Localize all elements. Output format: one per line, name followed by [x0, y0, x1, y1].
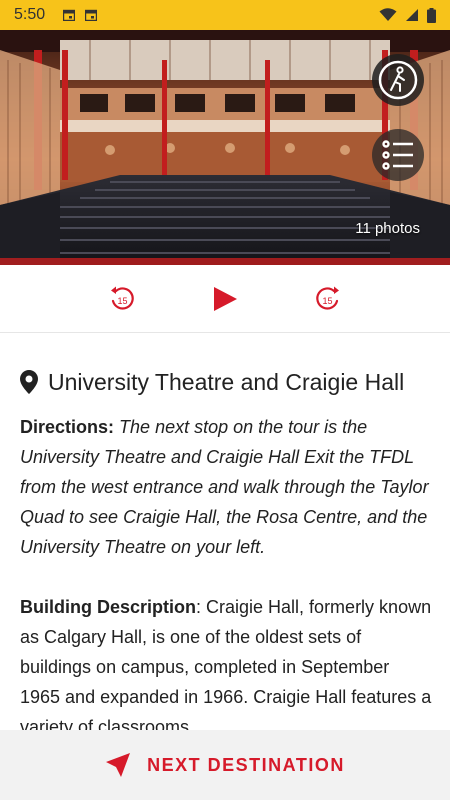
status-bar: 5:50 [0, 0, 450, 30]
accessibility-button[interactable] [372, 54, 424, 106]
cell-signal-icon [406, 9, 418, 21]
status-notification-icons [63, 9, 98, 21]
rewind-button[interactable]: 15 [102, 279, 142, 319]
hero-image[interactable]: 11 photos [0, 30, 450, 265]
description-paragraph: Building Description: Craigie Hall, form… [20, 592, 432, 730]
next-destination-button[interactable]: NEXT DESTINATION [0, 730, 450, 800]
place-title: University Theatre and Craigie Hall [48, 368, 405, 395]
location-pin-icon [20, 370, 38, 394]
audio-player: 15 15 [0, 265, 450, 333]
description-label: Building Description [20, 597, 197, 617]
checklist-icon [382, 140, 413, 170]
battery-icon [427, 7, 436, 23]
calendar-icon [85, 9, 98, 21]
rewind-15-icon: 15 [110, 286, 134, 310]
play-icon [213, 286, 237, 311]
accessible-walk-icon [378, 60, 418, 100]
forward-seconds: 15 [323, 296, 333, 306]
wifi-icon [379, 8, 397, 21]
stop-details: University Theatre and Craigie Hall Dire… [20, 352, 432, 730]
forward-button[interactable]: 15 [308, 279, 348, 319]
directions-text: The next stop on the tour is the Univers… [20, 417, 429, 557]
calendar-icon [63, 9, 76, 21]
status-time: 5:50 [14, 6, 46, 23]
title-row: University Theatre and Craigie Hall [20, 352, 432, 412]
photo-count[interactable]: 11 photos [355, 220, 420, 237]
navigation-arrow-icon [106, 753, 131, 777]
forward-15-icon: 15 [316, 286, 340, 310]
play-button[interactable] [205, 279, 245, 319]
directions-label: Directions: [20, 417, 115, 437]
stop-list-button[interactable] [372, 129, 424, 181]
directions-paragraph: Directions: The next stop on the tour is… [20, 412, 432, 562]
rewind-seconds: 15 [117, 296, 127, 306]
status-system-icons [379, 7, 436, 23]
next-destination-label: NEXT DESTINATION [147, 754, 345, 775]
